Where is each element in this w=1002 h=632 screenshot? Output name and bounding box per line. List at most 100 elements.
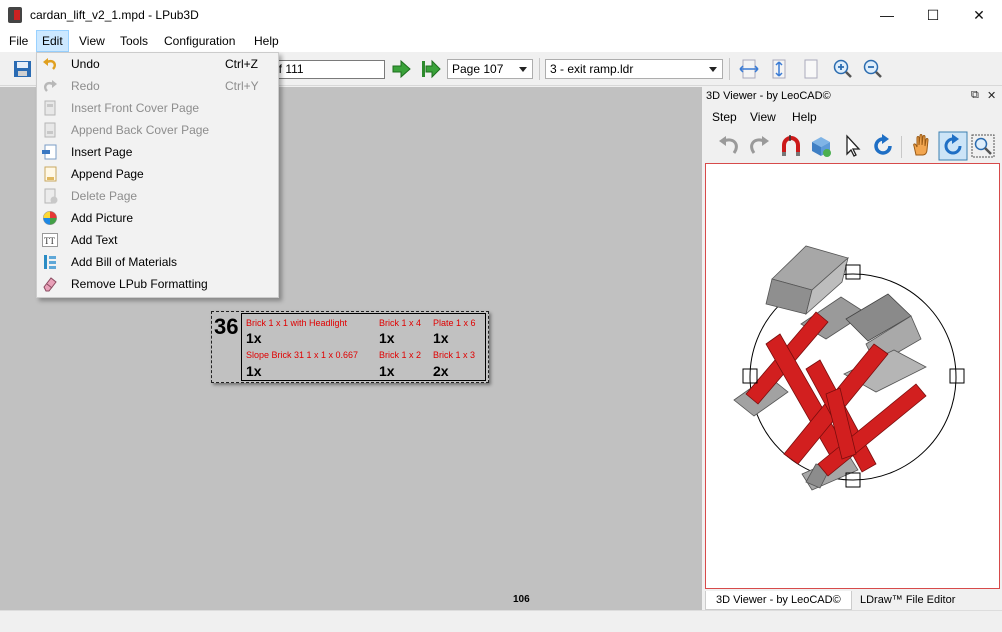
zoom-in-icon[interactable] bbox=[832, 58, 854, 80]
part-label: Brick 1 x 3 bbox=[433, 350, 476, 360]
viewer-canvas[interactable] bbox=[705, 163, 1000, 589]
menu-item-remove-lpub-formatting[interactable]: Remove LPub Formatting bbox=[37, 273, 277, 295]
menu-item-delete-page[interactable]: Delete Page bbox=[37, 185, 277, 207]
menu-item-append-back-cover[interactable]: Append Back Cover Page bbox=[37, 119, 277, 141]
dock-close-button[interactable]: ✕ bbox=[987, 89, 996, 102]
viewer-menu-step[interactable]: Step bbox=[712, 110, 737, 124]
menu-item-insert-front-cover[interactable]: Insert Front Cover Page bbox=[37, 97, 277, 119]
dock-float-button[interactable]: ⧉ bbox=[971, 89, 979, 102]
close-button[interactable]: ✕ bbox=[956, 0, 1002, 30]
minimize-button[interactable]: — bbox=[864, 0, 910, 30]
bom-icon bbox=[44, 255, 56, 269]
menu-item-label: Remove LPub Formatting bbox=[71, 277, 208, 291]
toolbar-separator bbox=[539, 58, 540, 80]
snap-magnet-icon[interactable] bbox=[778, 133, 804, 159]
part-quantity: 1x bbox=[246, 363, 262, 379]
zoom-out-icon[interactable] bbox=[862, 58, 884, 80]
front-cover-icon bbox=[44, 100, 56, 116]
step-number[interactable]: 36 bbox=[214, 314, 238, 340]
chevron-down-icon bbox=[519, 67, 527, 72]
insert-part-icon[interactable] bbox=[808, 133, 834, 159]
maximize-button[interactable]: ☐ bbox=[910, 0, 956, 30]
text-icon: TT bbox=[42, 233, 58, 247]
viewer-dock-title: 3D Viewer - by LeoCAD© bbox=[706, 90, 831, 102]
menu-item-insert-page[interactable]: Insert Page bbox=[37, 141, 277, 163]
actual-size-icon[interactable] bbox=[800, 58, 822, 80]
menu-item-undo[interactable]: Undo Ctrl+Z bbox=[37, 53, 277, 75]
chevron-down-icon bbox=[709, 67, 717, 72]
part-quantity: 1x bbox=[433, 330, 449, 346]
part-label: Plate 1 x 6 bbox=[433, 318, 476, 328]
save-icon[interactable] bbox=[12, 58, 34, 80]
viewer-undo-icon[interactable] bbox=[716, 133, 742, 159]
pan-hand-icon[interactable] bbox=[908, 133, 934, 159]
next-page-icon[interactable] bbox=[390, 58, 412, 80]
submodel-select[interactable]: 3 - exit ramp.ldr bbox=[545, 59, 723, 79]
part-label: Brick 1 x 1 with Headlight bbox=[246, 318, 348, 328]
tab-3d-viewer[interactable]: 3D Viewer - by LeoCAD© bbox=[705, 591, 852, 610]
page-number[interactable]: 106 bbox=[513, 594, 530, 605]
back-cover-icon bbox=[44, 122, 56, 138]
menu-item-label: Append Back Cover Page bbox=[71, 123, 210, 137]
select-cursor-icon[interactable] bbox=[840, 133, 866, 159]
toolbar-separator bbox=[729, 58, 730, 80]
lpub3d-app-icon bbox=[8, 7, 22, 23]
menu-view[interactable]: View bbox=[74, 30, 110, 52]
page-select[interactable]: Page 107 bbox=[447, 59, 533, 79]
menu-item-label: Insert Page bbox=[71, 145, 133, 159]
status-bar bbox=[0, 610, 1002, 632]
rotate-icon[interactable] bbox=[870, 133, 896, 159]
part-quantity: 2x bbox=[433, 363, 449, 379]
svg-text:TT: TT bbox=[44, 236, 55, 246]
zoom-extents-icon[interactable] bbox=[970, 133, 996, 159]
append-page-icon bbox=[44, 166, 57, 182]
tab-ldraw-file-editor[interactable]: LDraw™ File Editor bbox=[850, 591, 965, 610]
menu-item-redo[interactable]: Redo Ctrl+Y bbox=[37, 75, 277, 97]
viewer-menu-help[interactable]: Help bbox=[792, 110, 817, 124]
menu-configuration[interactable]: Configuration bbox=[159, 30, 240, 52]
menu-edit[interactable]: Edit bbox=[36, 30, 69, 52]
part-label: Brick 1 x 2 bbox=[379, 350, 422, 360]
menu-item-label: Add Bill of Materials bbox=[71, 255, 178, 269]
menu-item-label: Undo bbox=[71, 57, 100, 71]
fit-visible-icon[interactable] bbox=[768, 58, 790, 80]
rotate-view-icon[interactable] bbox=[938, 131, 968, 161]
undo-icon bbox=[43, 58, 56, 70]
insert-page-icon bbox=[42, 144, 57, 160]
menu-tools[interactable]: Tools bbox=[115, 30, 153, 52]
lego-model-render[interactable] bbox=[706, 164, 999, 588]
menu-item-add-picture[interactable]: Add Picture bbox=[37, 207, 277, 229]
part-quantity: 1x bbox=[246, 330, 262, 346]
selection-handle[interactable] bbox=[845, 264, 861, 280]
lpub3d-window: cardan_lift_v2_1.mpd - LPub3D — ☐ ✕ File… bbox=[0, 0, 1002, 632]
viewer-menu-view[interactable]: View bbox=[750, 110, 776, 124]
page-select-value: Page 107 bbox=[452, 62, 504, 76]
menu-help[interactable]: Help bbox=[249, 30, 284, 52]
menu-item-label: Add Picture bbox=[71, 211, 134, 225]
last-page-icon[interactable] bbox=[420, 58, 442, 80]
menu-item-append-page[interactable]: Append Page bbox=[37, 163, 277, 185]
menu-item-label: Insert Front Cover Page bbox=[71, 101, 200, 115]
viewer-toolbar-separator bbox=[901, 136, 902, 158]
part-label: Brick 1 x 4 bbox=[379, 318, 422, 328]
submodel-select-value: 3 - exit ramp.ldr bbox=[550, 62, 634, 76]
menu-item-shortcut: Ctrl+Z bbox=[225, 57, 258, 71]
viewer-redo-icon[interactable] bbox=[746, 133, 772, 159]
menu-item-label: Delete Page bbox=[71, 189, 138, 203]
page-number-input[interactable]: of 111 bbox=[268, 60, 385, 79]
menu-item-add-bill-of-materials[interactable]: Add Bill of Materials bbox=[37, 251, 277, 273]
eraser-icon bbox=[43, 277, 57, 292]
menu-item-shortcut: Ctrl+Y bbox=[225, 79, 259, 93]
menu-item-label: Redo bbox=[71, 79, 100, 93]
menu-item-label: Append Page bbox=[71, 167, 144, 181]
menu-item-add-text[interactable]: TT Add Text bbox=[37, 229, 277, 251]
picture-icon bbox=[43, 211, 57, 225]
selection-handle[interactable] bbox=[949, 368, 965, 384]
redo-icon bbox=[44, 80, 57, 92]
part-label: Slope Brick 31 1 x 1 x 0.667 bbox=[246, 350, 359, 360]
delete-page-icon bbox=[44, 188, 58, 204]
menu-item-label: Add Text bbox=[71, 233, 118, 247]
part-quantity: 1x bbox=[379, 363, 395, 379]
menu-file[interactable]: File bbox=[4, 30, 33, 52]
fit-width-icon[interactable] bbox=[738, 58, 760, 80]
